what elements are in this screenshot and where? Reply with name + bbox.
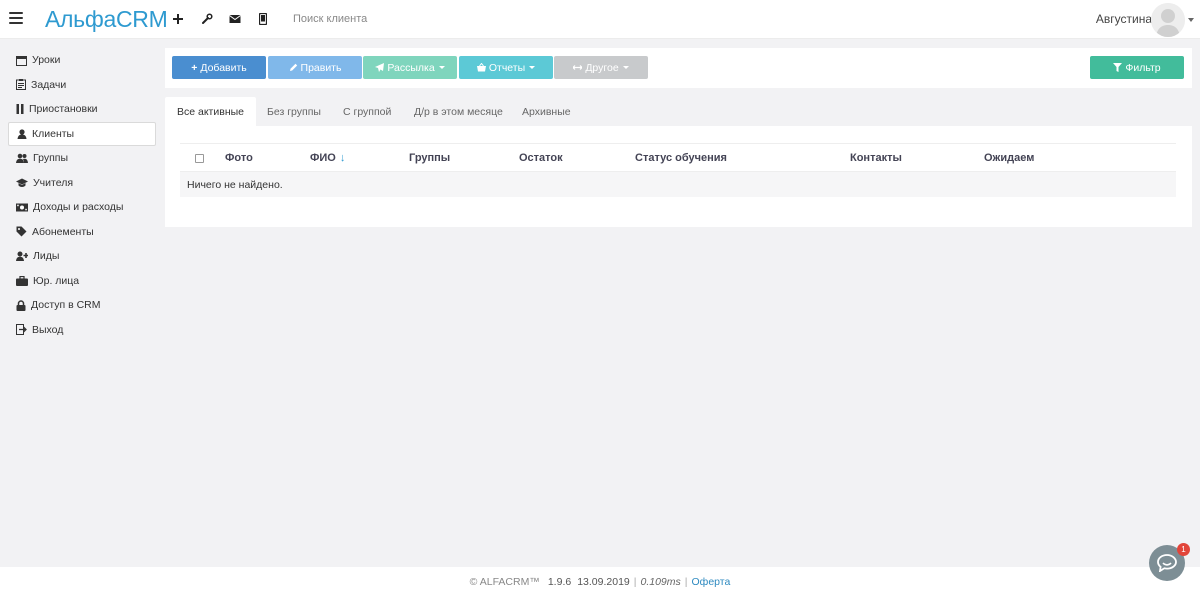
footer-timing: 0.109ms — [640, 575, 681, 588]
sidebar-item-leads[interactable]: Лиды — [8, 244, 156, 269]
pause-icon — [16, 104, 24, 115]
reports-button[interactable]: Отчеты — [459, 56, 553, 79]
sidebar-item-label: Приостановки — [29, 103, 98, 116]
money-icon — [16, 203, 28, 212]
action-toolbar: + Добавить Править Рассылка Отчеты Другое… — [165, 48, 1192, 88]
sidebar-item-label: Юр. лица — [33, 274, 80, 287]
footer: © ALFACRM™ 1.9.6 13.09.2019 | 0.109ms | … — [0, 567, 1200, 596]
empty-table-message: Ничего не найдено. — [180, 172, 1176, 197]
sidebar-item-label: Клиенты — [32, 127, 75, 140]
sidebar-item-tasks[interactable]: Задачи — [8, 73, 156, 98]
sidebar-item-finance[interactable]: Доходы и расходы — [8, 195, 156, 220]
users-icon — [16, 153, 28, 164]
filter-icon — [1113, 63, 1123, 72]
sidebar-item-crm-access[interactable]: Доступ в CRM — [8, 293, 156, 318]
sidebar-item-label: Выход — [32, 323, 64, 336]
sidebar-item-label: Группы — [33, 152, 68, 165]
sidebar-item-clients[interactable]: Клиенты — [8, 121, 156, 146]
tab-all-active[interactable]: Все активные — [165, 97, 256, 126]
sidebar-item-pauses[interactable]: Приостановки — [8, 97, 156, 122]
sidebar-item-logout[interactable]: Выход — [8, 318, 156, 343]
sidebar-item-label: Лиды — [33, 250, 60, 263]
tab-with-group[interactable]: С группой — [343, 97, 391, 126]
caret-down-icon — [529, 66, 536, 69]
column-header-name[interactable]: ФИО ↓ — [310, 152, 345, 164]
filter-button[interactable]: Фильтр — [1090, 56, 1184, 79]
app-logo[interactable]: АльфаCRM — [45, 6, 168, 33]
mobile-icon[interactable] — [254, 10, 272, 28]
user-name[interactable]: Августина — [1096, 12, 1152, 26]
other-button[interactable]: Другое — [554, 56, 648, 79]
search-input[interactable] — [285, 8, 585, 30]
tab-no-group[interactable]: Без группы — [267, 97, 321, 126]
mailing-button[interactable]: Рассылка — [363, 56, 457, 79]
plus-icon: + — [191, 61, 198, 74]
plus-icon[interactable] — [169, 10, 187, 28]
envelope-icon[interactable] — [226, 10, 244, 28]
column-header-photo[interactable]: Фото — [225, 152, 253, 164]
sidebar-item-groups[interactable]: Группы — [8, 146, 156, 171]
pencil-icon — [289, 63, 297, 71]
edit-button[interactable]: Править — [268, 56, 362, 79]
footer-brand: © ALFACRM™ — [469, 575, 540, 588]
sign-out-icon — [16, 324, 27, 336]
sidebar-item-label: Абонементы — [32, 225, 94, 238]
menu-icon[interactable] — [9, 12, 23, 24]
caret-down-icon — [622, 66, 629, 69]
graduation-cap-icon — [16, 178, 28, 187]
top-bar: АльфаCRM Августина — [0, 0, 1200, 39]
select-all-checkbox[interactable] — [195, 154, 204, 163]
calendar-icon — [16, 55, 27, 66]
tag-icon — [16, 226, 27, 237]
add-button[interactable]: + Добавить — [172, 56, 266, 79]
paper-plane-icon — [375, 63, 385, 72]
caret-down-icon — [438, 66, 445, 69]
column-header-expected[interactable]: Ожидаем — [984, 152, 1034, 164]
column-header-contacts[interactable]: Контакты — [850, 152, 902, 164]
user-plus-icon — [16, 251, 28, 262]
clipboard-icon — [16, 79, 26, 91]
exchange-icon — [573, 65, 583, 70]
sidebar: Уроки Задачи Приостановки Клиенты Группы… — [8, 48, 156, 342]
chevron-down-icon[interactable] — [1188, 18, 1194, 22]
tab-archived[interactable]: Архивные — [522, 97, 571, 126]
sidebar-item-label: Уроки — [32, 54, 61, 67]
column-header-balance[interactable]: Остаток — [519, 152, 563, 164]
column-header-groups[interactable]: Группы — [409, 152, 450, 164]
sort-arrow-icon: ↓ — [339, 152, 346, 164]
chat-notification-badge: 1 — [1177, 543, 1190, 556]
sidebar-item-subscriptions[interactable]: Абонементы — [8, 220, 156, 245]
chat-icon — [1157, 554, 1177, 572]
tab-birthdays-this-month[interactable]: Д/р в этом месяце — [414, 97, 503, 126]
footer-version: 1.9.6 — [547, 575, 572, 588]
sidebar-item-legal-entities[interactable]: Юр. лица — [8, 269, 156, 294]
lock-icon — [16, 300, 26, 311]
oferta-link[interactable]: Оферта — [692, 576, 731, 588]
sidebar-item-lessons[interactable]: Уроки — [8, 48, 156, 73]
sidebar-item-teachers[interactable]: Учителя — [8, 171, 156, 196]
sidebar-item-label: Доходы и расходы — [33, 201, 124, 214]
briefcase-icon — [16, 275, 28, 286]
sidebar-item-label: Задачи — [31, 78, 67, 91]
sidebar-item-label: Доступ в CRM — [31, 299, 101, 312]
basket-icon — [476, 63, 486, 72]
user-icon — [17, 129, 27, 139]
avatar[interactable] — [1151, 3, 1185, 37]
clients-table-panel: Фото ФИО ↓ Группы Остаток Статус обучения… — [165, 126, 1192, 227]
column-header-study-status[interactable]: Статус обучения — [635, 152, 727, 164]
wrench-icon[interactable] — [198, 10, 216, 28]
table-header: Фото ФИО ↓ Группы Остаток Статус обучения… — [180, 143, 1176, 172]
sidebar-item-label: Учителя — [33, 176, 74, 189]
footer-date: 13.09.2019 — [577, 575, 630, 588]
